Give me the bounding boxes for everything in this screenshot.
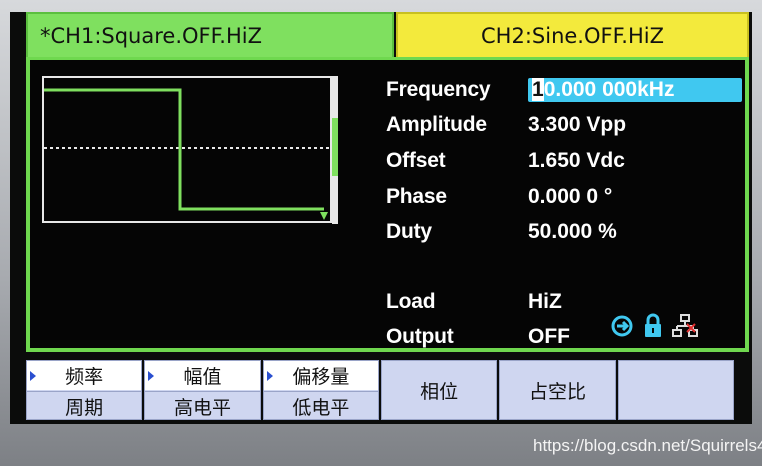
watermark: https://blog.csdn.net/Squirrels43: [533, 436, 762, 455]
frequency-value[interactable]: 10.000 000kHz: [528, 78, 742, 102]
load-label: Load: [386, 290, 436, 313]
param-label: Amplitude: [386, 113, 487, 136]
instrument-screen: *CH1:Square.OFF.HiZ CH2:Sine.OFF.HiZ Fre…: [10, 12, 752, 424]
trigger-marker-icon: [320, 212, 328, 220]
load-value: HiZ: [528, 290, 562, 313]
softkey-bar: 频率 周期 幅值 高电平 偏移量 低电平 相位 占空比: [26, 360, 734, 420]
ch1-panel: Frequency 10.000 000kHz Amplitude 3.300 …: [26, 57, 749, 352]
selected-arrow-icon: [148, 371, 155, 381]
softkey-frequency-period[interactable]: 频率 周期: [26, 360, 143, 421]
duty-value: 50.000 %: [528, 220, 617, 243]
softkey-phase[interactable]: 相位: [380, 360, 498, 420]
status-icons: [610, 313, 698, 339]
selected-arrow-icon: [266, 371, 273, 381]
softkey-top-label: 偏移量: [292, 366, 350, 388]
softkey-label: 占空比: [528, 380, 586, 403]
softkey-bottom-label: 高电平: [173, 397, 231, 419]
ch1-panel-inner: Frequency 10.000 000kHz Amplitude 3.300 …: [30, 60, 745, 348]
softkey-top: 幅值: [145, 361, 260, 390]
softkey-amplitude-high[interactable]: 幅值 高电平: [144, 360, 261, 421]
softkey-bottom: 周期: [27, 391, 142, 421]
softkey-bottom-label: 周期: [65, 397, 104, 419]
square-wave-trace: [44, 88, 324, 211]
softkey-bottom-label: 低电平: [292, 397, 350, 419]
softkey-top-label: 幅值: [183, 366, 222, 388]
softkey-duty[interactable]: 占空比: [499, 360, 616, 420]
tab-ch1-label: *CH1:Square.OFF.HiZ: [40, 23, 262, 48]
waveform-frame: [42, 76, 332, 223]
softkey-label: 相位: [420, 380, 459, 403]
tab-ch1[interactable]: *CH1:Square.OFF.HiZ: [26, 12, 394, 57]
param-label: Frequency: [386, 78, 491, 101]
tab-ch2[interactable]: CH2:Sine.OFF.HiZ: [396, 12, 749, 57]
selected-arrow-icon: [30, 371, 36, 381]
phase-value: 0.000 0 °: [528, 185, 613, 208]
offset-value: 1.650 Vdc: [528, 149, 625, 172]
softkey-offset-low[interactable]: 偏移量 低电平: [262, 360, 379, 421]
output-arrow-icon: [611, 315, 633, 337]
network-icon: [672, 314, 698, 337]
softkey-top: 偏移量: [263, 361, 378, 390]
amplitude-value: 3.300 Vpp: [528, 113, 627, 136]
frequency-value-rest: 0.000 000kHz: [543, 78, 675, 101]
softkey-empty[interactable]: [617, 360, 734, 420]
edit-cursor: 1: [532, 78, 544, 101]
param-label: Phase: [386, 185, 447, 208]
softkey-label: [619, 361, 733, 419]
waveform-scroll-thumb: [332, 118, 338, 176]
softkey-top: 频率: [27, 361, 142, 390]
waveform-preview: [42, 76, 338, 224]
softkey-bottom: 低电平: [263, 391, 378, 421]
output-label: Output: [386, 325, 454, 348]
tab-ch2-label: CH2:Sine.OFF.HiZ: [481, 23, 664, 48]
softkey-top-label: 频率: [65, 366, 104, 388]
lock-icon: [645, 313, 661, 337]
softkey-bottom: 高电平: [145, 391, 260, 421]
param-label: Duty: [386, 220, 432, 243]
param-label: Offset: [386, 149, 446, 172]
